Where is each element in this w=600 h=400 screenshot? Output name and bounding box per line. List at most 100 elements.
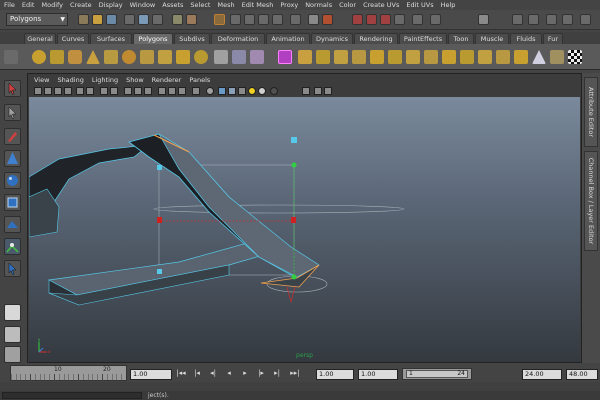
select-component-icon[interactable] [152,14,163,25]
range-slider-handle[interactable]: 1 24 [406,370,468,378]
poly-prism-icon[interactable] [140,50,154,64]
time-ruler[interactable]: 10 20 [10,365,127,382]
split-polygon-icon[interactable] [352,50,366,64]
channel-box-tab[interactable]: Channel Box / Layer Editor [584,151,598,251]
play-backwards-button[interactable]: ◂ [224,369,234,378]
menu-file[interactable]: File [4,1,15,9]
menu-help[interactable]: Help [441,1,456,9]
poly-cone-icon[interactable] [86,50,100,64]
isolate-select-icon[interactable] [270,87,278,95]
ipr-render-icon[interactable] [352,14,363,25]
menu-create-uvs[interactable]: Create UVs [363,1,399,9]
offset-edge-loop-icon[interactable] [388,50,402,64]
poly-helix-icon[interactable] [194,50,208,64]
universal-manip-icon[interactable] [4,216,21,233]
soft-mod-tool-icon[interactable] [4,238,21,255]
pick-mask-icon[interactable] [172,14,183,25]
bookmarks-icon[interactable] [54,87,62,95]
shelf-tab-animation[interactable]: Animation [266,33,310,44]
poly-cube-icon[interactable] [50,50,64,64]
step-back-frame-button[interactable]: ◂| [208,369,218,378]
layout-single-pane-icon[interactable] [4,304,21,321]
panel-menu-shading[interactable]: Shading [57,76,83,84]
shelf-tab-subdivs[interactable]: Subdivs [174,33,210,44]
shelf-tab-polygons[interactable]: Polygons [133,33,173,44]
shelf-tab-dynamics[interactable]: Dynamics [311,33,353,44]
x-ray-components-icon[interactable] [238,87,246,95]
render-settings-icon[interactable] [366,14,377,25]
select-tool-icon[interactable] [4,80,21,97]
grid-toggle-icon[interactable] [76,87,84,95]
help-icon[interactable] [308,14,319,25]
insert-edge-loop-icon[interactable] [370,50,384,64]
gate-mask-icon[interactable] [110,87,118,95]
open-scene-icon[interactable] [92,14,103,25]
snap-curve-icon[interactable] [244,14,255,25]
bevel-icon[interactable] [406,50,420,64]
lasso-tool-icon[interactable] [4,104,21,121]
quadrangulate-icon[interactable] [496,50,510,64]
image-plane-icon[interactable] [64,87,72,95]
render-frame-icon[interactable] [322,14,333,25]
manipulator-handle-top[interactable] [291,137,297,143]
move-tool-icon[interactable] [4,150,21,167]
attribute-editor-tab[interactable]: Attribute Editor [584,77,598,147]
shelf-scroll-icon[interactable] [586,50,596,64]
triangulate-icon[interactable] [478,50,492,64]
start-time-field[interactable]: 1.00 [316,369,354,380]
shelf-tab-muscle[interactable]: Muscle [475,33,509,44]
shelf-tab-general[interactable]: General [24,33,56,44]
scale-tool-icon[interactable] [4,194,21,211]
snap-view-icon[interactable] [272,14,283,25]
manipulator-handle-left[interactable] [157,217,162,223]
end-time-field[interactable]: 48.00 [566,369,598,380]
manipulator-y-pivot[interactable] [291,162,297,168]
shelf-menu-icon[interactable] [4,50,18,64]
film-gate-icon[interactable] [86,87,94,95]
play-forwards-button[interactable]: ▸ [240,369,250,378]
select-hierarchy-icon[interactable] [124,14,135,25]
lights-icon[interactable] [248,87,256,95]
toggle-modeling-toolkit-icon[interactable] [430,14,441,25]
x-ray-icon[interactable] [218,87,226,95]
mask-joint-icon[interactable] [186,14,197,25]
shelf-tab-curves[interactable]: Curves [57,33,89,44]
menu-mesh[interactable]: Mesh [217,1,234,9]
resolution-gate-icon[interactable] [100,87,108,95]
history-icon[interactable] [290,14,301,25]
poly-torus-icon[interactable] [122,50,136,64]
camera-attributes-icon[interactable] [44,87,52,95]
menu-edit-mesh[interactable]: Edit Mesh [242,1,274,9]
current-time-field[interactable]: 1.00 [130,369,172,380]
reverse-normals-icon[interactable] [514,50,528,64]
merge-icon[interactable] [424,50,438,64]
render-view-icon[interactable] [394,14,405,25]
menu-assets[interactable]: Assets [162,1,183,9]
panel-menu-renderer[interactable]: Renderer [152,76,182,84]
use-all-lights-icon[interactable] [206,87,214,95]
snap-grid-icon[interactable] [230,14,241,25]
anti-aliasing-icon[interactable] [324,87,332,95]
input-field-icon[interactable] [412,14,423,25]
panel-menu-show[interactable]: Show [126,76,144,84]
select-object-icon[interactable] [138,14,149,25]
menu-normals[interactable]: Normals [305,1,332,9]
collapse-icon[interactable] [442,50,456,64]
hypershade-icon[interactable] [380,14,391,25]
lock-selection-icon[interactable] [214,14,225,25]
extrude-icon[interactable] [298,50,312,64]
playback-end-field[interactable]: 24.00 [522,369,562,380]
shelf-tab-deformation[interactable]: Deformation [211,33,265,44]
outliner-toggle-icon[interactable] [580,14,591,25]
safe-action-icon[interactable] [134,87,142,95]
show-manipulator-icon[interactable] [4,260,21,277]
shelf-tab-toon[interactable]: Toon [448,33,474,44]
menu-set-dropdown[interactable]: Polygons ▼ [6,13,68,26]
command-input[interactable] [2,392,142,399]
layer-editor-toggle-icon[interactable] [562,14,573,25]
wireframe-icon[interactable] [158,87,166,95]
smooth-icon[interactable] [250,50,264,64]
high-quality-icon[interactable] [302,87,310,95]
manipulator-handle-center[interactable] [291,217,296,223]
x-ray-joints-icon[interactable] [228,87,236,95]
